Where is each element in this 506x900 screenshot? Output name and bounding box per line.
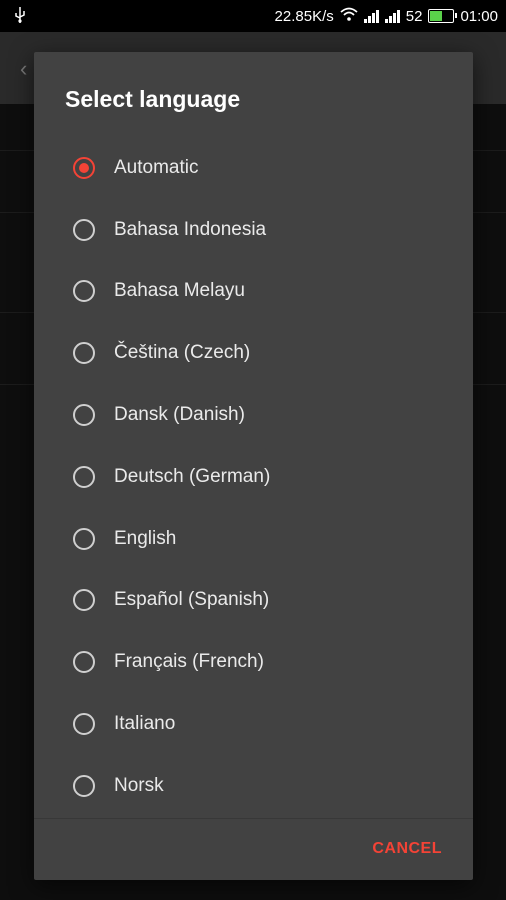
language-option[interactable]: Bahasa Indonesia — [34, 199, 473, 261]
language-option-label: Français (French) — [114, 651, 264, 673]
language-option[interactable]: Norsk — [34, 755, 473, 817]
battery-icon — [428, 9, 458, 23]
radio-checked-icon[interactable] — [73, 156, 95, 179]
radio-unchecked-icon[interactable] — [73, 589, 95, 612]
language-option[interactable]: Italiano — [34, 693, 473, 755]
radio-unchecked-icon[interactable] — [73, 651, 95, 674]
language-option-label: Norsk — [114, 774, 164, 796]
language-option[interactable]: Automatic — [34, 137, 473, 199]
clock: 01:00 — [460, 7, 498, 25]
radio-unchecked-icon[interactable] — [73, 774, 95, 797]
battery-percent: 52 — [405, 7, 423, 25]
dialog-title: Select language — [65, 86, 241, 112]
language-option-label: Automatic — [114, 156, 199, 178]
language-option[interactable]: Čeština (Czech) — [34, 322, 473, 384]
radio-unchecked-icon[interactable] — [73, 280, 95, 303]
radio-unchecked-icon[interactable] — [73, 713, 95, 736]
language-option-label: Čeština (Czech) — [114, 342, 251, 364]
signal-icon-2 — [384, 9, 400, 23]
status-bar: 22.85K/s 52 01:00 — [0, 0, 506, 32]
language-option-label: Español (Spanish) — [114, 589, 270, 611]
language-dialog: Select language Automatic Bahasa Indonesi… — [34, 52, 473, 880]
language-option-label: Italiano — [114, 713, 176, 735]
wifi-icon — [340, 7, 358, 25]
language-option[interactable]: English — [34, 508, 473, 570]
radio-unchecked-icon[interactable] — [73, 404, 95, 427]
radio-unchecked-icon[interactable] — [73, 342, 95, 365]
language-option-label: English — [114, 527, 177, 549]
language-option[interactable]: Español (Spanish) — [34, 570, 473, 632]
language-options-list: Automatic Bahasa Indonesia Bahasa Melayu Če… — [34, 137, 473, 817]
radio-unchecked-icon[interactable] — [73, 218, 95, 241]
dialog-divider — [34, 818, 473, 819]
language-option[interactable]: Bahasa Melayu — [34, 261, 473, 323]
language-option[interactable]: Deutsch (German) — [34, 446, 473, 508]
signal-icon — [363, 9, 379, 23]
language-option-label: Deutsch (German) — [114, 465, 271, 487]
radio-unchecked-icon[interactable] — [73, 465, 95, 488]
network-speed: 22.85K/s — [274, 7, 334, 25]
language-option[interactable]: Dansk (Danish) — [34, 384, 473, 446]
language-option-label: Dansk (Danish) — [114, 404, 245, 426]
language-option[interactable]: Français (French) — [34, 631, 473, 693]
radio-unchecked-icon[interactable] — [73, 527, 95, 550]
cancel-button[interactable]: CANCEL — [372, 840, 442, 858]
back-arrow-icon[interactable]: ‹ — [20, 56, 27, 82]
usb-icon — [14, 7, 26, 27]
language-option-label: Bahasa Melayu — [114, 280, 245, 302]
language-option-label: Bahasa Indonesia — [114, 218, 267, 240]
